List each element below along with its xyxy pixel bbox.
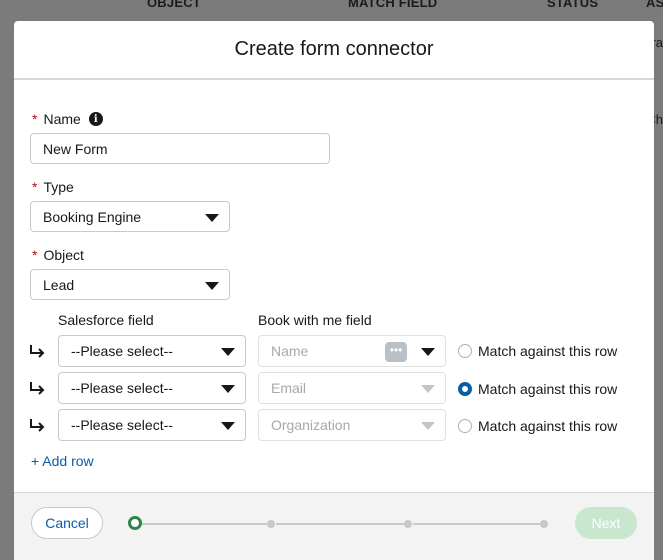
column-header-as: AS xyxy=(646,0,663,10)
book-with-me-field-placeholder: Organization xyxy=(271,417,351,433)
row-return-arrow-icon xyxy=(30,345,45,358)
chevron-down-icon xyxy=(421,385,435,393)
required-marker: * xyxy=(32,179,38,195)
salesforce-field-select-value: --Please select-- xyxy=(71,380,173,396)
type-label-row: * Type xyxy=(32,179,74,195)
match-row-option[interactable]: Match against this row xyxy=(458,343,617,359)
type-select-value: Booking Engine xyxy=(43,208,142,225)
create-form-connector-modal: Create form connector * Name i New Form … xyxy=(14,21,654,560)
salesforce-field-header: Salesforce field xyxy=(58,312,154,328)
name-label: Name xyxy=(43,111,81,127)
book-with-me-field-select[interactable]: Email xyxy=(258,372,446,404)
chevron-down-icon xyxy=(221,422,235,430)
salesforce-field-select[interactable]: --Please select-- xyxy=(58,409,246,441)
progress-track xyxy=(413,523,540,525)
chevron-down-icon xyxy=(221,385,235,393)
background-table-header: OBJECT MATCH FIELD STATUS AS xyxy=(0,0,663,14)
next-button[interactable]: Next xyxy=(575,507,637,539)
name-input-value: New Form xyxy=(43,140,108,157)
type-label: Type xyxy=(43,179,74,195)
chevron-down-icon xyxy=(421,422,435,430)
object-label-row: * Object xyxy=(32,247,84,263)
progress-track xyxy=(142,523,267,525)
modal-footer: Cancel Next xyxy=(14,492,654,560)
progress-step-current xyxy=(128,516,142,530)
object-label: Object xyxy=(43,247,84,263)
info-icon[interactable]: i xyxy=(88,112,103,126)
progress-step xyxy=(540,520,548,528)
salesforce-field-select[interactable]: --Please select-- xyxy=(58,335,246,367)
progress-step xyxy=(404,520,412,528)
book-with-me-field-header: Book with me field xyxy=(258,312,372,328)
salesforce-field-select[interactable]: --Please select-- xyxy=(58,372,246,404)
book-with-me-field-placeholder: Email xyxy=(271,380,307,396)
name-input[interactable]: New Form xyxy=(30,133,330,164)
modal-title: Create form connector xyxy=(234,38,434,60)
chevron-down-icon xyxy=(205,281,219,290)
book-with-me-field-select[interactable]: Name ••• xyxy=(258,335,446,367)
object-select[interactable]: Lead xyxy=(30,269,230,300)
add-row-link[interactable]: + Add row xyxy=(31,453,94,469)
match-row-option[interactable]: Match against this row xyxy=(458,381,617,397)
match-radio-selected[interactable] xyxy=(458,382,472,396)
cancel-button[interactable]: Cancel xyxy=(31,507,103,539)
row-return-arrow-icon xyxy=(30,382,45,395)
chevron-down-icon xyxy=(421,348,435,356)
progress-step xyxy=(267,520,275,528)
column-header-match-field: MATCH FIELD xyxy=(348,0,438,10)
match-radio-label: Match against this row xyxy=(478,343,618,359)
salesforce-field-select-value: --Please select-- xyxy=(71,343,173,359)
type-select[interactable]: Booking Engine xyxy=(30,201,230,232)
book-with-me-field-placeholder: Name xyxy=(271,343,309,359)
more-options-icon: ••• xyxy=(385,342,407,362)
match-radio[interactable] xyxy=(458,419,472,433)
salesforce-field-select-value: --Please select-- xyxy=(71,417,173,433)
book-with-me-field-select[interactable]: Organization xyxy=(258,409,446,441)
object-select-value: Lead xyxy=(43,276,75,293)
name-label-row: * Name i xyxy=(32,111,103,127)
chevron-down-icon xyxy=(221,348,235,356)
row-return-arrow-icon xyxy=(30,419,45,432)
column-header-status: STATUS xyxy=(547,0,599,10)
required-marker: * xyxy=(32,111,38,127)
column-header-object: OBJECT xyxy=(147,0,201,10)
required-marker: * xyxy=(32,247,38,263)
chevron-down-icon xyxy=(205,213,219,222)
match-radio[interactable] xyxy=(458,344,472,358)
match-radio-label: Match against this row xyxy=(478,381,618,397)
progress-track xyxy=(276,523,405,525)
match-row-option[interactable]: Match against this row xyxy=(458,418,617,434)
match-radio-label: Match against this row xyxy=(478,418,618,434)
modal-header: Create form connector xyxy=(14,21,654,80)
